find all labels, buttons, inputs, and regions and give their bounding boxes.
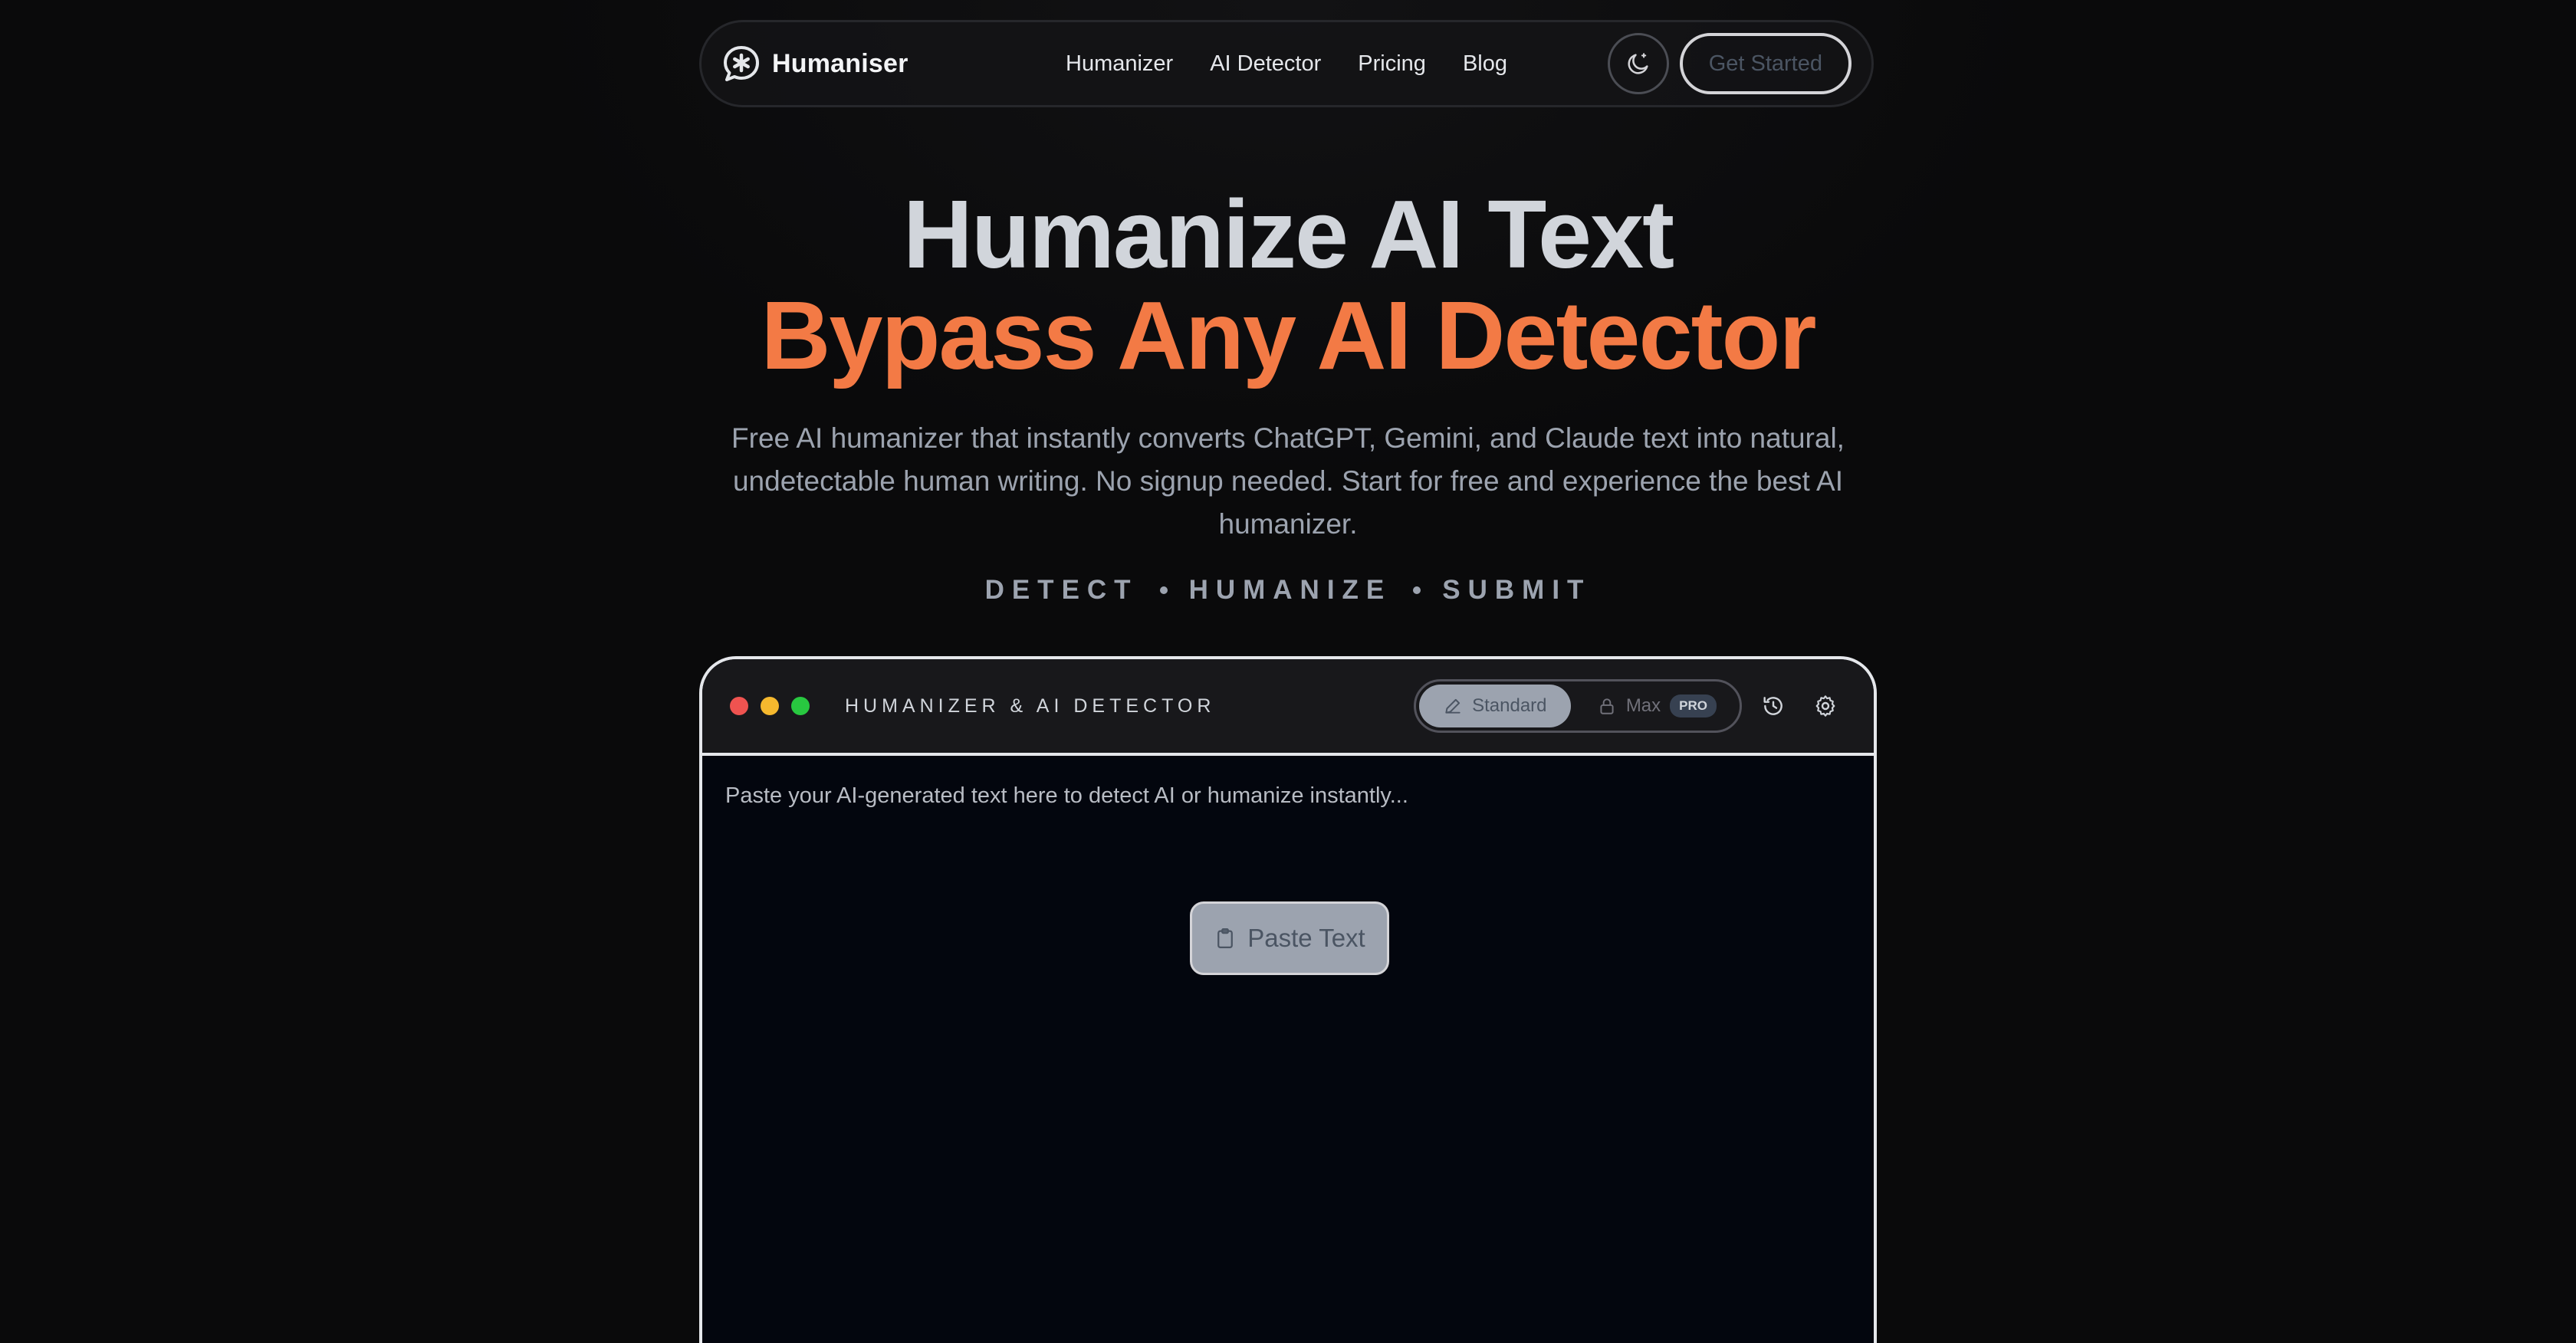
window-controls [730, 697, 810, 715]
clipboard-icon [1217, 928, 1234, 948]
mode-switch: Standard Max PRO [1413, 679, 1742, 733]
navbar: Humaniser Humanizer AI Detector Pricing … [699, 20, 1874, 107]
hero-title-line2: Bypass Any AI Detector [761, 281, 1816, 389]
close-dot [730, 697, 748, 715]
moon-icon [1628, 53, 1648, 74]
nav-actions: Get Started [1607, 33, 1852, 94]
steps-row: DETECT HUMANIZE SUBMIT [0, 575, 2576, 606]
paste-text-label: Paste Text [1247, 924, 1365, 952]
mode-max-label: Max [1625, 695, 1661, 716]
lock-icon [1600, 698, 1614, 714]
editor-area: Paste Text [702, 756, 1874, 1343]
text-input[interactable] [702, 756, 1874, 1343]
get-started-button[interactable]: Get Started [1679, 33, 1852, 94]
history-button[interactable] [1753, 685, 1794, 727]
step-humanize: HUMANIZE [1188, 575, 1392, 605]
step-submit: SUBMIT [1442, 575, 1592, 605]
nav-link-ai-detector[interactable]: AI Detector [1210, 51, 1321, 77]
settings-button[interactable] [1805, 685, 1846, 727]
hero-section: Humanize AI Text Bypass Any AI Detector … [0, 184, 2576, 606]
step-detect: DETECT [984, 575, 1138, 605]
gear-icon [1815, 695, 1835, 717]
mode-standard-label: Standard [1472, 695, 1547, 716]
brand-name: Humaniser [772, 48, 909, 78]
tool-title: HUMANIZER & AI DETECTOR [845, 694, 1216, 717]
hero-title: Humanize AI Text Bypass Any AI Detector [0, 184, 2576, 386]
nav-link-pricing[interactable]: Pricing [1358, 51, 1426, 77]
page: Humaniser Humanizer AI Detector Pricing … [0, 0, 2576, 1343]
humanizer-tool-window: HUMANIZER & AI DETECTOR Standard Max PRO [699, 656, 1877, 1343]
nav-link-humanizer[interactable]: Humanizer [1066, 51, 1173, 77]
maximize-dot [791, 697, 810, 715]
pencil-icon [1445, 698, 1460, 714]
hero-description: Free AI humanizer that instantly convert… [731, 422, 1845, 540]
paste-text-button[interactable]: Paste Text [1190, 901, 1389, 975]
asterisk-speech-bubble-icon [724, 46, 759, 81]
brand-logo[interactable]: Humaniser [721, 44, 909, 84]
tool-header: HUMANIZER & AI DETECTOR Standard Max PRO [702, 659, 1874, 756]
mode-standard-button[interactable]: Standard [1418, 685, 1571, 727]
history-icon [1763, 697, 1783, 715]
step-separator-dot [1413, 586, 1421, 594]
pro-badge: PRO [1670, 694, 1717, 717]
mode-max-button[interactable]: Max PRO [1577, 685, 1737, 727]
nav-link-blog[interactable]: Blog [1463, 51, 1507, 77]
theme-toggle-button[interactable] [1607, 33, 1669, 94]
minimize-dot [761, 697, 779, 715]
hero-title-line1: Humanize AI Text [902, 180, 1674, 288]
step-separator-dot [1159, 586, 1168, 594]
